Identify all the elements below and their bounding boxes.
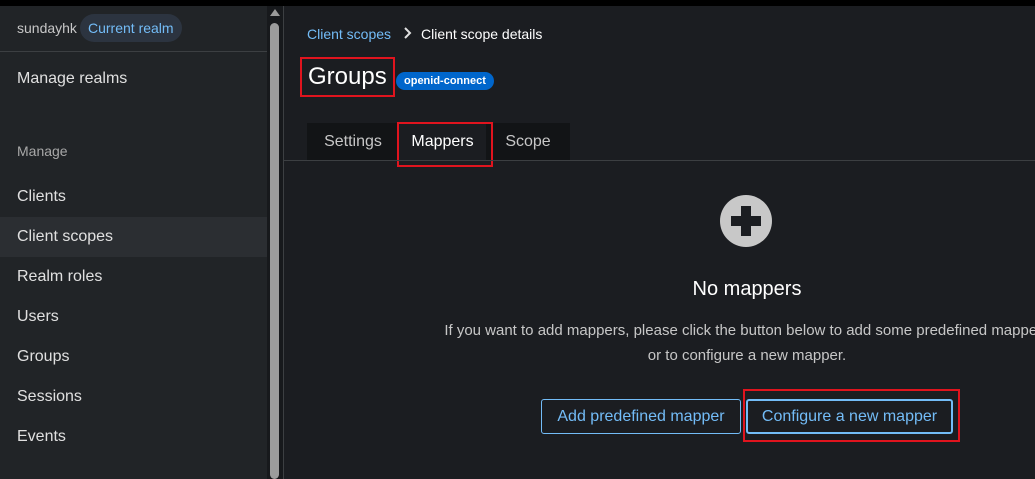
empty-state-title: No mappers (692, 278, 802, 300)
main-content: Client scopes Client scope details Group… (284, 6, 1035, 479)
breadcrumb-client-scopes-link[interactable]: Client scopes (307, 26, 391, 42)
sidebar-section-manage: Manage (17, 143, 68, 159)
tab-scope[interactable]: Scope (486, 123, 570, 160)
page-title: Groups (308, 63, 387, 90)
app-window: sundayhk Current realm Manage realms Man… (0, 6, 1035, 479)
add-predefined-mapper-button[interactable]: Add predefined mapper (541, 399, 741, 434)
protocol-badge: openid-connect (396, 72, 494, 90)
sidebar-item-manage-realms[interactable]: Manage realms (0, 59, 267, 99)
realm-selector[interactable]: sundayhk Current realm (0, 6, 267, 52)
breadcrumb-current: Client scope details (421, 26, 543, 42)
tab-settings[interactable]: Settings (307, 123, 399, 160)
configure-mapper-highlight (743, 389, 960, 442)
sidebar-item-users[interactable]: Users (0, 297, 267, 337)
scroll-up-arrow-icon[interactable] (270, 9, 280, 16)
empty-state-description: If you want to add mappers, please click… (444, 322, 1035, 364)
scrollbar-thumb[interactable] (270, 23, 279, 479)
sidebar-item-client-scopes[interactable]: Client scopes (0, 217, 267, 257)
sidebar-item-clients[interactable]: Clients (0, 177, 267, 217)
sidebar-scrollbar[interactable] (267, 6, 283, 479)
sidebar: sundayhk Current realm Manage realms Man… (0, 6, 267, 479)
current-realm-badge: Current realm (80, 14, 182, 42)
sidebar-item-groups[interactable]: Groups (0, 337, 267, 377)
sidebar-item-events[interactable]: Events (0, 417, 267, 457)
sidebar-item-realm-roles[interactable]: Realm roles (0, 257, 267, 297)
page-title-highlight: Groups (300, 57, 395, 97)
content-divider (284, 160, 1035, 161)
plus-circle-icon (720, 195, 772, 247)
realm-name: sundayhk (17, 20, 77, 36)
breadcrumb-chevron-right-icon (404, 27, 412, 39)
sidebar-item-sessions[interactable]: Sessions (0, 377, 267, 417)
